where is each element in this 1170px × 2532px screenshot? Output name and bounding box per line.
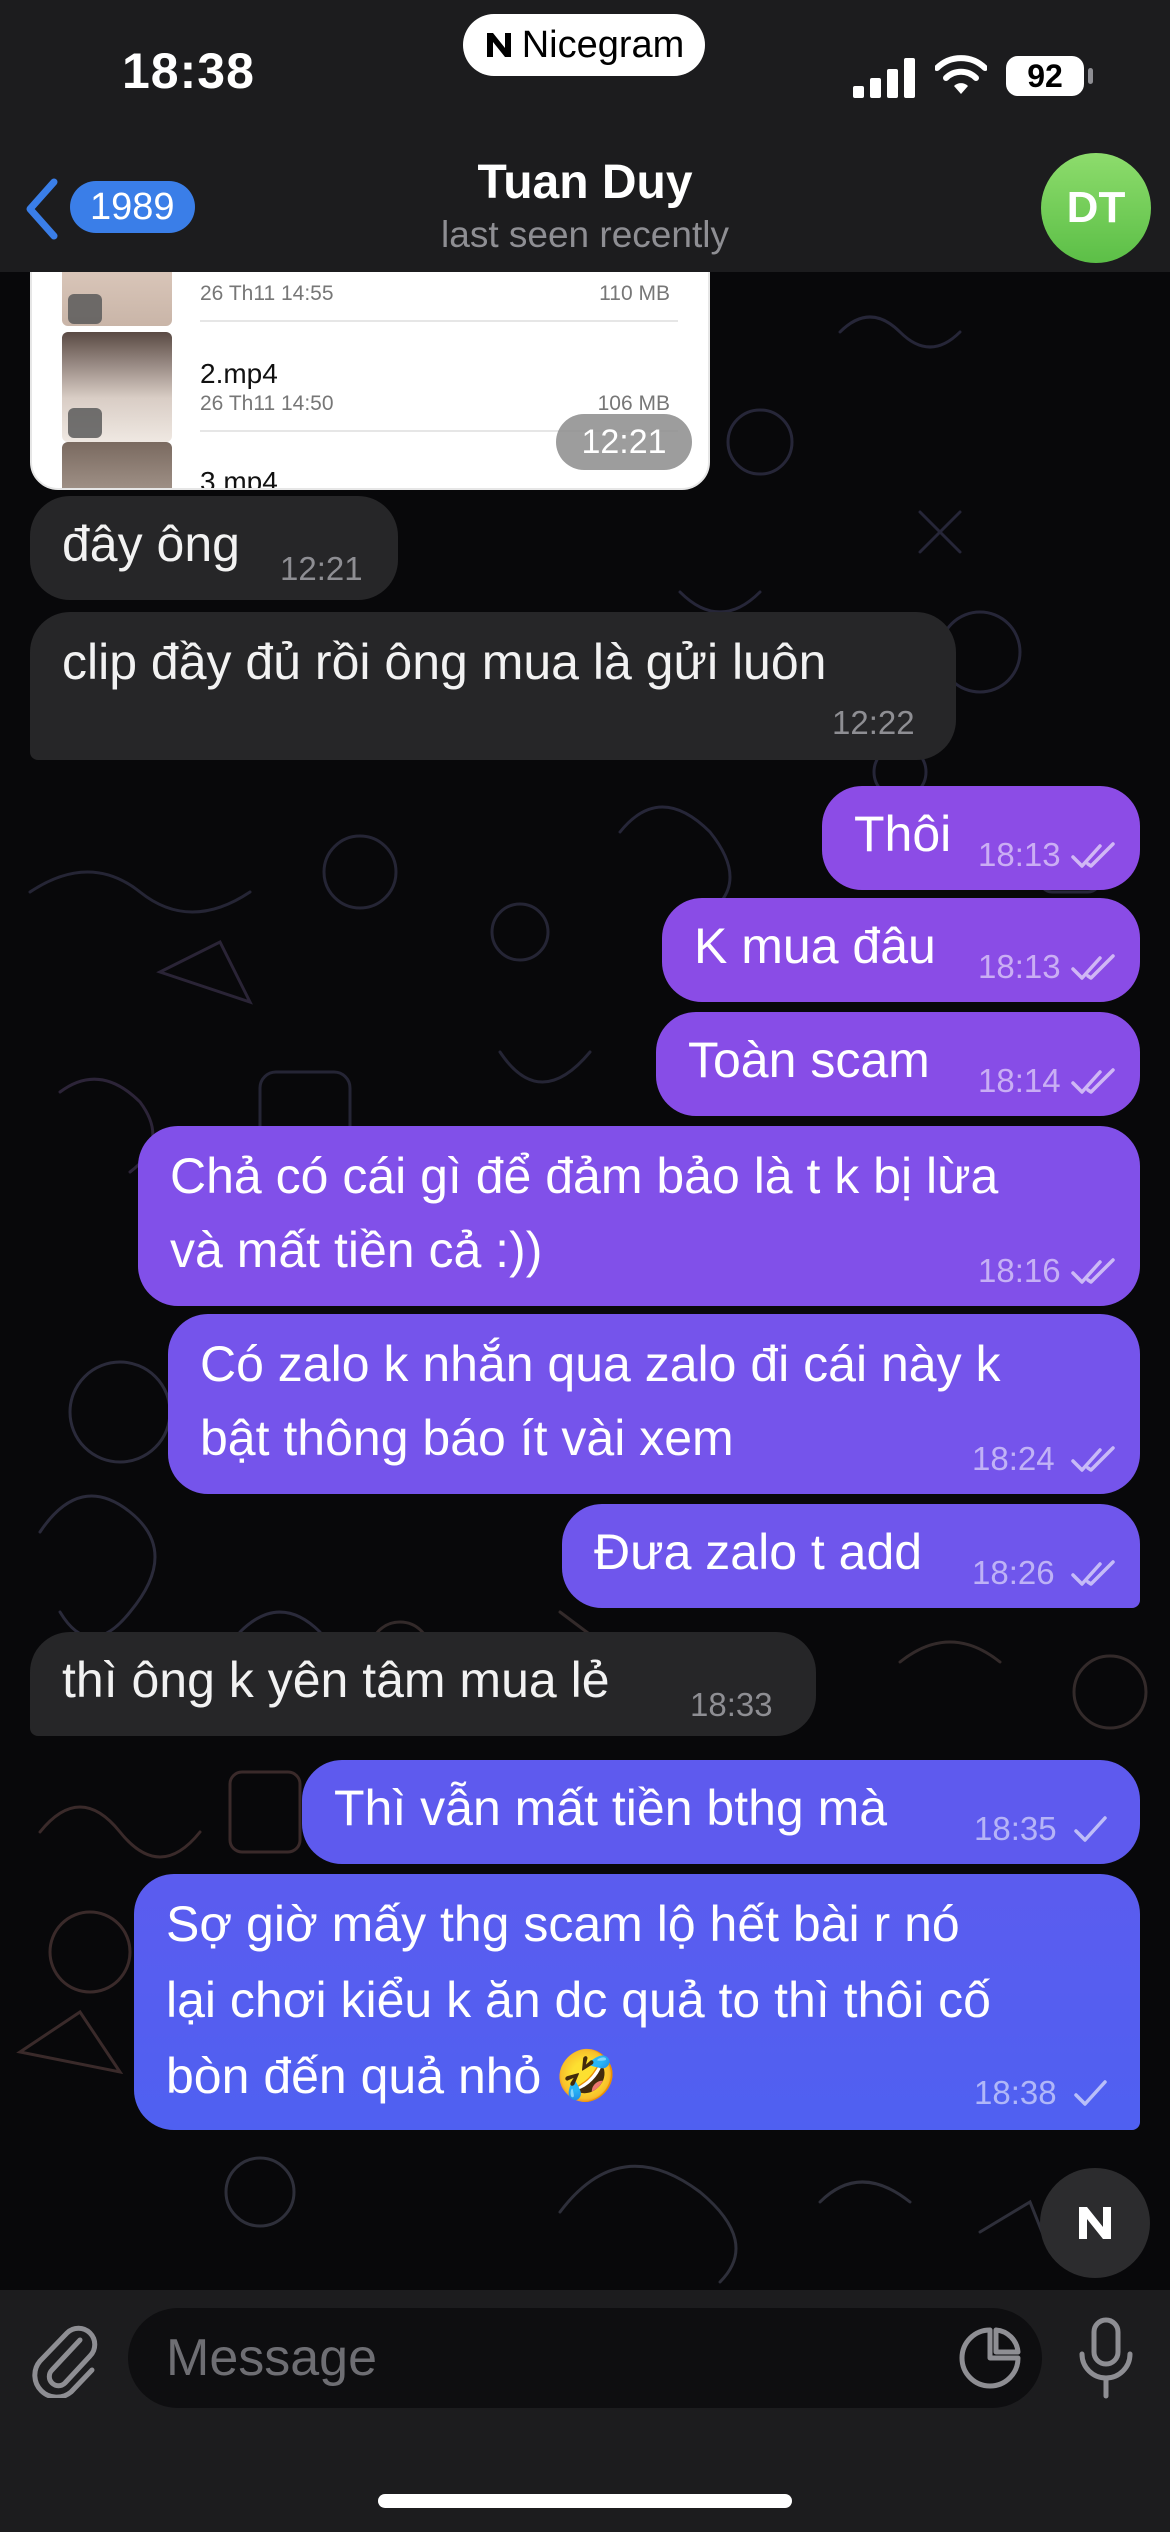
battery-tip	[1088, 68, 1093, 84]
file-date: 26 Th11 14:50	[200, 392, 334, 415]
message-text: bật thông báo ít vài xem	[200, 1410, 734, 1466]
message-text: clip đầy đủ rồi ông mua là gửi luôn	[62, 634, 827, 690]
incoming-message[interactable]: đây ông 12:21	[30, 496, 398, 600]
avatar[interactable]: DT	[1041, 153, 1151, 263]
message-text: Thì vẫn mất tiền bthg mà	[334, 1780, 888, 1836]
file-size: 110 MB	[599, 282, 670, 305]
outgoing-message[interactable]: Thì vẫn mất tiền bthg mà 18:35	[302, 1760, 1140, 1864]
message-time: 18:38	[974, 2074, 1057, 2111]
outgoing-message[interactable]: Thôi 18:13	[822, 786, 1140, 890]
message-time: 12:22	[832, 704, 915, 741]
message-time: 18:13	[978, 836, 1061, 873]
file-date: 26 Th11 14:55	[200, 282, 334, 305]
outgoing-message[interactable]: Chả có cái gì để đảm bảo là t k bị lừa v…	[138, 1126, 1140, 1306]
message-text: Có zalo k nhắn qua zalo đi cái này k	[200, 1336, 1001, 1392]
message-text: và mất tiền cả :))	[170, 1222, 543, 1278]
double-check-icon	[1071, 954, 1115, 980]
chat-title[interactable]: Tuan Duy	[0, 155, 1170, 210]
message-time: 12:21	[280, 550, 363, 587]
message-text: thì ông k yên tâm mua lẻ	[62, 1652, 610, 1708]
double-check-icon	[1071, 1560, 1115, 1586]
message-time: 18:16	[978, 1252, 1061, 1289]
nicegram-logo-icon	[1079, 2207, 1111, 2239]
island-app-name: Nicegram	[521, 23, 685, 66]
wifi-icon	[935, 55, 987, 94]
status-time: 18:38	[122, 43, 255, 99]
double-check-icon	[1071, 1068, 1115, 1094]
chat-subtitle: last seen recently	[441, 214, 729, 255]
microphone-icon[interactable]	[1074, 2316, 1138, 2400]
message-time: 18:14	[978, 1062, 1061, 1099]
file-size: 106 MB	[597, 392, 670, 415]
signal-icon	[853, 58, 915, 98]
double-check-icon	[1071, 1258, 1115, 1284]
nicegram-button[interactable]	[1040, 2168, 1150, 2278]
double-check-icon	[1071, 1446, 1115, 1472]
message-input[interactable]	[128, 2308, 1042, 2408]
message-text: Đưa zalo t add	[594, 1524, 923, 1580]
sticker-icon[interactable]	[958, 2326, 1022, 2390]
incoming-message[interactable]: clip đầy đủ rồi ông mua là gửi luôn 12:2…	[30, 612, 956, 760]
check-icon	[1074, 1816, 1107, 1842]
message-text: lại chơi kiểu k ăn dc quả to thì thôi cố	[166, 1972, 991, 2028]
message-text: đây ông	[62, 516, 240, 572]
message-text: bòn đến quả nhỏ 🤣	[166, 2048, 618, 2104]
message-time: 18:26	[972, 1554, 1055, 1591]
file-name[interactable]: 2.mp4	[200, 358, 278, 390]
message-time: 12:21	[556, 414, 692, 470]
divider	[200, 320, 678, 322]
message-text: Toàn scam	[688, 1032, 930, 1088]
outgoing-message[interactable]: Đưa zalo t add 18:26	[562, 1504, 1140, 1608]
message-text: Chả có cái gì để đảm bảo là t k bị lừa	[170, 1148, 999, 1204]
check-icon	[1074, 2080, 1107, 2106]
outgoing-message[interactable]: K mua đâu 18:13	[662, 898, 1140, 1002]
message-time: 18:13	[978, 948, 1061, 985]
outgoing-message[interactable]: Sợ giờ mấy thg scam lộ hết bài r nó lại …	[134, 1874, 1140, 2130]
paperclip-icon[interactable]	[28, 2318, 100, 2398]
double-check-icon	[1071, 842, 1115, 868]
home-indicator[interactable]	[378, 2494, 792, 2508]
incoming-message[interactable]: thì ông k yên tâm mua lẻ 18:33	[30, 1632, 816, 1736]
outgoing-message[interactable]: Có zalo k nhắn qua zalo đi cái này k bật…	[168, 1314, 1140, 1494]
message-time: 18:24	[972, 1440, 1055, 1477]
dynamic-island: Nicegram	[463, 14, 705, 76]
play-icon	[68, 294, 102, 324]
file-name[interactable]: 3.mp4	[200, 466, 278, 488]
battery-indicator: 92	[1006, 56, 1084, 96]
play-icon	[68, 408, 102, 438]
video-thumbnail[interactable]	[62, 442, 172, 488]
message-text: K mua đâu	[694, 918, 936, 974]
message-time: 18:35	[974, 1810, 1057, 1847]
message-time: 18:33	[690, 1686, 773, 1723]
message-text: Thôi	[854, 806, 952, 862]
outgoing-message[interactable]: Toàn scam 18:14	[656, 1012, 1140, 1116]
message-text: Sợ giờ mấy thg scam lộ hết bài r nó	[166, 1896, 960, 1952]
nicegram-logo-icon	[486, 33, 511, 57]
